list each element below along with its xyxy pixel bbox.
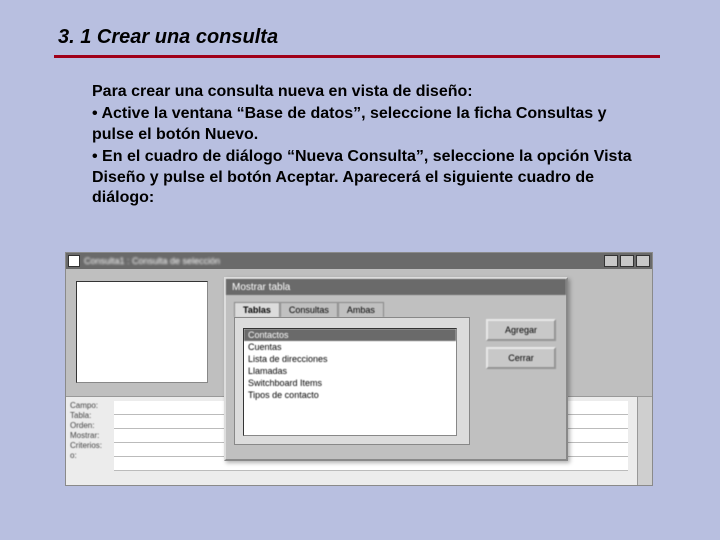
list-item[interactable]: Contactos xyxy=(244,329,456,341)
list-item[interactable]: Switchboard Items xyxy=(244,377,456,389)
query-window-titlebar: Consulta1 : Consulta de selección xyxy=(66,253,652,269)
tab-consultas[interactable]: Consultas xyxy=(280,302,338,317)
close-button[interactable] xyxy=(636,255,650,267)
dialog-buttons: Agregar Cerrar xyxy=(486,319,556,369)
window-title: Consulta1 : Consulta de selección xyxy=(84,256,220,266)
grid-label: Campo: xyxy=(70,401,102,410)
window-icon xyxy=(68,255,80,267)
grid-label: Mostrar: xyxy=(70,431,102,440)
list-item[interactable]: Cuentas xyxy=(244,341,456,353)
screenshot-area: Consulta1 : Consulta de selección Campo:… xyxy=(66,253,652,485)
grid-label: Tabla: xyxy=(70,411,102,420)
slide: 3. 1 Crear una consulta Para crear una c… xyxy=(0,0,720,540)
dialog-title: Mostrar tabla xyxy=(226,279,566,295)
list-item[interactable]: Tipos de contacto xyxy=(244,389,456,401)
maximize-button[interactable] xyxy=(620,255,634,267)
show-table-dialog: Mostrar tabla Tablas Consultas Ambas Con… xyxy=(224,277,568,461)
add-button[interactable]: Agregar xyxy=(486,319,556,341)
dialog-tabs: Tablas Consultas Ambas xyxy=(234,301,566,316)
list-item[interactable]: Llamadas xyxy=(244,365,456,377)
tables-listbox[interactable]: Contactos Cuentas Lista de direcciones L… xyxy=(243,328,457,436)
grid-scrollbar[interactable] xyxy=(637,397,652,485)
section-title: 3. 1 Crear una consulta xyxy=(58,26,720,49)
grid-label: Orden: xyxy=(70,421,102,430)
titlebar-left: Consulta1 : Consulta de selección xyxy=(68,255,220,267)
tab-ambas[interactable]: Ambas xyxy=(338,302,384,317)
title-area: 3. 1 Crear una consulta xyxy=(0,0,720,49)
window-control-buttons xyxy=(604,255,650,267)
grid-label: o: xyxy=(70,451,102,460)
body-text: Para crear una consulta nueva en vista d… xyxy=(0,58,632,209)
grid-row-labels: Campo: Tabla: Orden: Mostrar: Criterios:… xyxy=(70,401,102,460)
dialog-panel: Contactos Cuentas Lista de direcciones L… xyxy=(234,317,470,445)
field-list-box xyxy=(76,281,208,383)
minimize-button[interactable] xyxy=(604,255,618,267)
bullet-1: • Active la ventana “Base de datos”, sel… xyxy=(92,104,632,145)
intro-line: Para crear una consulta nueva en vista d… xyxy=(92,82,632,102)
close-dialog-button[interactable]: Cerrar xyxy=(486,347,556,369)
bullet-2: • En el cuadro de diálogo “Nueva Consult… xyxy=(92,147,632,208)
list-item[interactable]: Lista de direcciones xyxy=(244,353,456,365)
tab-tablas[interactable]: Tablas xyxy=(234,302,280,317)
grid-label: Criterios: xyxy=(70,441,102,450)
